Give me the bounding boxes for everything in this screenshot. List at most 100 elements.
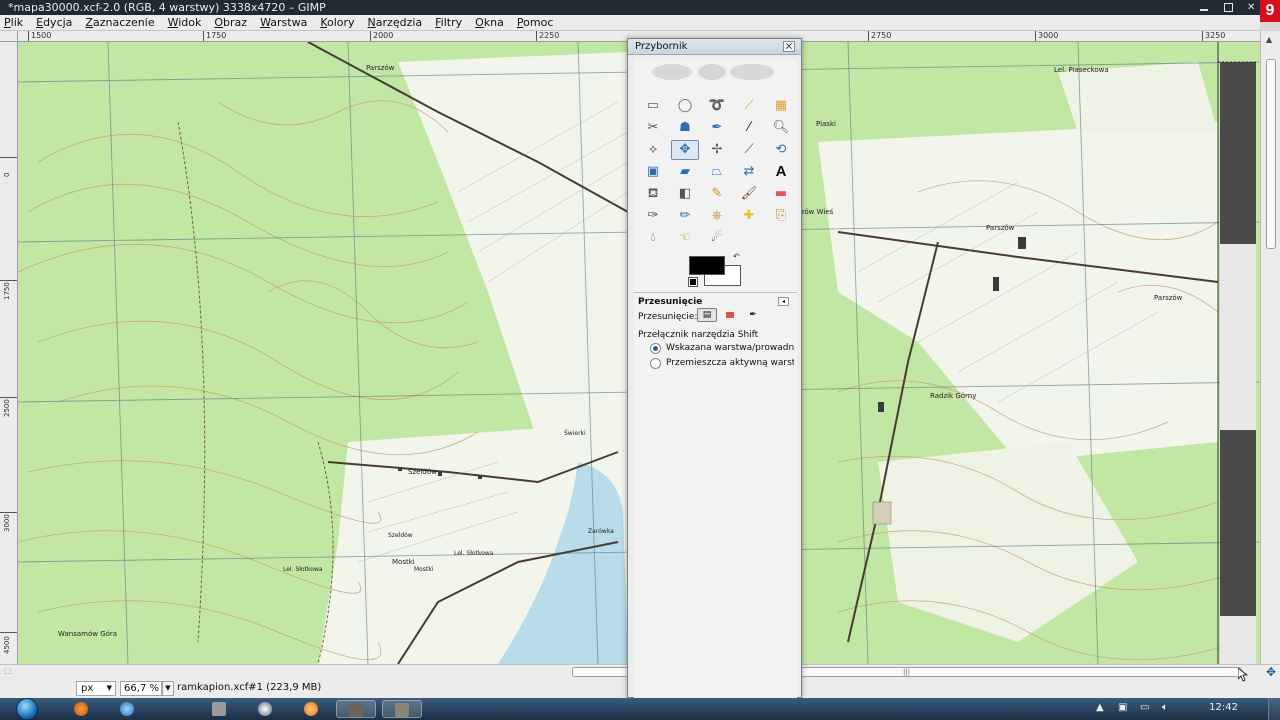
- status-message: ramkapion.xcf#1 (223,9 MB): [177, 682, 322, 693]
- menu-image[interactable]: Obraz: [214, 16, 247, 29]
- tray-expand-icon[interactable]: ▲: [1096, 702, 1104, 713]
- quick-mask-corner[interactable]: [0, 31, 18, 42]
- taskbar: ▲ ▣ ▭ 🔈︎ 12:42: [0, 698, 1280, 720]
- bucket-fill-icon[interactable]: ⛾: [639, 184, 667, 204]
- measure-icon[interactable]: ⟡: [639, 140, 667, 160]
- swap-colors-icon[interactable]: ↶: [733, 252, 740, 261]
- monitor-icon[interactable]: ▭: [1140, 702, 1149, 713]
- window-titlebar[interactable]: *mapa30000.xcf-2.0 (RGB, 4 warstwy) 3338…: [0, 0, 1280, 15]
- shear-icon[interactable]: ▰: [671, 162, 699, 182]
- show-desktop-button[interactable]: [1268, 698, 1280, 720]
- zoom-icon[interactable]: 🔍︎: [767, 118, 795, 138]
- dodge-burn-icon[interactable]: ☄: [703, 228, 731, 248]
- perspective-icon[interactable]: ⏢: [703, 162, 731, 182]
- color-picker-icon[interactable]: ⁄: [735, 118, 763, 138]
- ruler-tick-label: 4500: [3, 636, 11, 654]
- volume-icon[interactable]: 🔈︎: [1162, 702, 1168, 713]
- radio-pick-layer[interactable]: [650, 343, 661, 354]
- move-mode-label: Przesunięcie:: [638, 312, 698, 322]
- heal-icon[interactable]: ✚: [735, 206, 763, 226]
- blend-icon[interactable]: ◧: [671, 184, 699, 204]
- ruler-tick-label: 3250: [1202, 31, 1225, 41]
- crop-icon[interactable]: ⟋: [735, 140, 763, 160]
- toolbox-window: Przybornik ⨉ ▭ ◯ ➰ ⟋ ▦ ✂ ☗ ✒ ⁄ 🔍︎ ⟡ ✥ ✢ …: [627, 38, 802, 699]
- menu-layer[interactable]: Warstwa: [260, 16, 307, 29]
- wilber-drop-area-icon: [652, 64, 774, 80]
- free-select-icon[interactable]: ➰: [703, 96, 731, 116]
- fuzzy-select-icon[interactable]: ⟋: [735, 96, 763, 116]
- move-selection-mode-button[interactable]: [720, 308, 740, 322]
- start-button[interactable]: [12, 698, 42, 720]
- smudge-icon[interactable]: ☜: [671, 228, 699, 248]
- clock[interactable]: 12:42: [1209, 702, 1238, 713]
- color-select-icon[interactable]: ▦: [767, 96, 795, 116]
- scale-icon[interactable]: ▣: [639, 162, 667, 182]
- vertical-scrollbar[interactable]: ▲: [1260, 31, 1280, 664]
- flip-icon[interactable]: ⇄: [735, 162, 763, 182]
- menu-view[interactable]: Widok: [168, 16, 202, 29]
- ruler-tick-label: 1750: [3, 282, 11, 300]
- move-path-mode-button[interactable]: ✒: [743, 308, 763, 322]
- airbrush-icon[interactable]: ✑: [639, 206, 667, 226]
- quick-mask-toggle-icon[interactable]: ⬚: [4, 666, 12, 675]
- vertical-ruler[interactable]: 0 1750 2500 3000 4500: [0, 42, 18, 664]
- menu-windows[interactable]: Okna: [475, 16, 504, 29]
- move-layer-mode-button[interactable]: ▤: [697, 308, 717, 322]
- map-label: Mostki: [414, 566, 434, 573]
- menu-filters[interactable]: Filtry: [435, 16, 462, 29]
- maximize-icon[interactable]: [1222, 0, 1234, 15]
- pencil-icon[interactable]: ✎: [703, 184, 731, 204]
- scissors-icon[interactable]: ✂: [639, 118, 667, 138]
- taskbar-app-active[interactable]: [382, 700, 422, 718]
- align-icon[interactable]: ✢: [703, 140, 731, 160]
- taskbar-app[interactable]: [114, 700, 140, 718]
- rect-select-icon[interactable]: ▭: [639, 96, 667, 116]
- foreground-select-icon[interactable]: ☗: [671, 118, 699, 138]
- radio-move-active-layer[interactable]: [650, 358, 661, 369]
- menu-select[interactable]: Zaznaczenie: [85, 16, 154, 29]
- taskbar-app[interactable]: [252, 700, 278, 718]
- clone-icon[interactable]: ⎈: [703, 206, 731, 226]
- vertical-scroll-thumb[interactable]: [1266, 59, 1276, 249]
- options-menu-icon[interactable]: ◂: [778, 297, 789, 306]
- ruler-tick-label: 2000: [370, 31, 393, 41]
- menu-edit[interactable]: Edycja: [36, 16, 72, 29]
- zoom-input[interactable]: 66,7 %: [120, 681, 162, 696]
- paths-icon[interactable]: ✒: [703, 118, 731, 138]
- eraser-icon[interactable]: ▬: [767, 184, 795, 204]
- move-icon[interactable]: ✥: [671, 140, 699, 160]
- grip-icon: |||: [903, 668, 911, 676]
- foreground-color-swatch[interactable]: [689, 256, 725, 275]
- ruler-tick-label: 1750: [203, 31, 226, 41]
- navigate-icon[interactable]: ✥: [1266, 665, 1276, 679]
- default-colors-icon[interactable]: [688, 277, 698, 287]
- blur-icon[interactable]: 💧︎: [639, 228, 667, 248]
- network-icon[interactable]: ▣: [1118, 702, 1127, 713]
- zoom-dropdown-button[interactable]: ▼: [162, 681, 174, 696]
- rotate-icon[interactable]: ⟲: [767, 140, 795, 160]
- map-label: Lel. Słotkowa: [283, 566, 323, 573]
- menu-colors[interactable]: Kolory: [320, 16, 354, 29]
- ink-icon[interactable]: ✏: [671, 206, 699, 226]
- close-icon[interactable]: [1246, 0, 1258, 15]
- taskbar-app[interactable]: [298, 700, 324, 718]
- tool-toggle-label: Przełącznik narzędzia Shift: [638, 330, 759, 340]
- arrow-up-icon[interactable]: ▲: [1266, 35, 1272, 44]
- perspective-clone-icon[interactable]: ⎘: [767, 206, 795, 226]
- taskbar-app[interactable]: [68, 700, 94, 718]
- minimize-icon[interactable]: [1198, 0, 1210, 15]
- color-area[interactable]: ↶: [688, 252, 749, 290]
- taskbar-app[interactable]: [206, 700, 232, 718]
- close-icon[interactable]: ⨉: [783, 41, 795, 52]
- text-icon[interactable]: A: [767, 162, 795, 182]
- paintbrush-icon[interactable]: 🖌︎: [735, 184, 763, 204]
- ellipse-select-icon[interactable]: ◯: [671, 96, 699, 116]
- menu-tools[interactable]: Narzędzia: [368, 16, 423, 29]
- radio-move-active-layer-label: Przemieszcza aktywną warstwę: [666, 358, 794, 368]
- menu-file[interactable]: Plik: [4, 16, 23, 29]
- toolbox-titlebar[interactable]: Przybornik ⨉: [628, 39, 801, 55]
- unit-select[interactable]: px ▼: [76, 681, 116, 696]
- menu-help[interactable]: Pomoc: [517, 16, 553, 29]
- taskbar-app-active[interactable]: [336, 700, 376, 718]
- ie-icon: [120, 702, 134, 716]
